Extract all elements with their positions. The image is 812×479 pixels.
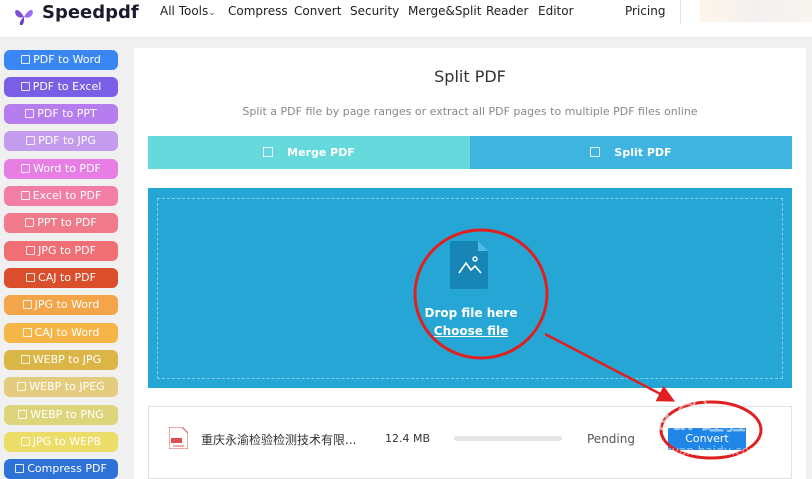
sidebar-item-label: CAJ to PDF xyxy=(38,271,96,284)
main-panel: Split PDF Split a PDF file by page range… xyxy=(134,48,806,479)
sidebar-item-label: Compress PDF xyxy=(27,462,107,475)
butterfly-logo-icon[interactable] xyxy=(12,4,36,28)
sidebar-item-webp-to-jpeg[interactable]: WEBP to JPEG xyxy=(4,377,118,397)
choose-file-link[interactable]: Choose file xyxy=(158,324,784,338)
tab-split-pdf[interactable]: Split PDF xyxy=(470,136,792,169)
sidebar-item-compress-pdf[interactable]: Compress PDF xyxy=(4,459,118,479)
user-account-area[interactable] xyxy=(700,0,812,22)
nav-all-tools-label: All Tools xyxy=(160,4,209,18)
sidebar-item-label: WEBP to JPG xyxy=(32,353,102,366)
nav-compress[interactable]: Compress xyxy=(228,4,288,18)
drop-file-text: Drop file here xyxy=(424,306,518,320)
document-icon xyxy=(22,328,32,337)
nav-editor[interactable]: Editor xyxy=(538,4,574,18)
merge-icon xyxy=(263,147,274,157)
sidebar-item-excel-to-pdf[interactable]: Excel to PDF xyxy=(4,186,118,206)
page-title: Split PDF xyxy=(434,67,506,86)
nav-merge-split[interactable]: Merge&Split xyxy=(408,4,481,18)
nav-divider xyxy=(680,0,681,24)
sidebar-item-caj-to-word[interactable]: CAJ to Word xyxy=(4,323,118,343)
sidebar-item-webp-to-png[interactable]: WEBP to PNG xyxy=(4,405,118,425)
document-icon xyxy=(21,55,31,64)
document-icon xyxy=(22,300,32,309)
document-icon xyxy=(20,82,30,91)
document-icon xyxy=(20,437,30,446)
tab-merge-pdf[interactable]: Merge PDF xyxy=(148,136,470,169)
nav-reader[interactable]: Reader xyxy=(486,4,528,18)
convert-button[interactable]: Convert xyxy=(668,428,746,450)
file-name: 重庆永渝检验检测技术有限... xyxy=(201,433,357,447)
file-status: Pending xyxy=(587,432,635,446)
upload-area: Drop file here Choose file xyxy=(148,188,792,388)
brand-name[interactable]: Speedpdf xyxy=(42,2,139,23)
sidebar-item-label: PDF to Word xyxy=(33,53,101,66)
document-icon xyxy=(26,136,36,145)
sidebar-item-jpg-to-word[interactable]: JPG to Word xyxy=(4,295,118,315)
document-icon xyxy=(26,273,36,282)
sidebar-item-label: JPG to Word xyxy=(34,298,100,311)
pdf-file-icon xyxy=(169,427,188,449)
sidebar-item-label: PDF to JPG xyxy=(38,134,96,147)
upload-progress-bar xyxy=(454,436,562,441)
sidebar-item-label: WEBP to PNG xyxy=(30,408,104,421)
tab-label: Split PDF xyxy=(614,146,672,159)
nav-all-tools[interactable]: All Tools⌄ xyxy=(160,4,216,18)
document-icon xyxy=(26,246,36,255)
drop-zone[interactable]: Drop file here Choose file xyxy=(157,198,783,379)
document-icon xyxy=(21,164,31,173)
document-icon xyxy=(25,218,35,227)
document-icon xyxy=(20,355,30,364)
document-icon xyxy=(15,464,25,473)
nav-security[interactable]: Security xyxy=(350,4,399,18)
top-bar: Speedpdf All Tools⌄ Compress Convert Sec… xyxy=(0,0,812,38)
page-subtitle: Split a PDF file by page ranges or extra… xyxy=(242,105,698,118)
document-icon xyxy=(18,410,28,419)
nav-convert[interactable]: Convert xyxy=(294,4,341,18)
sidebar-item-pdf-to-jpg[interactable]: PDF to JPG xyxy=(4,131,118,151)
sidebar-item-webp-to-jpg[interactable]: WEBP to JPG xyxy=(4,350,118,370)
sidebar-item-pdf-to-excel[interactable]: PDF to Excel xyxy=(4,77,118,97)
document-icon xyxy=(17,382,27,391)
tab-label: Merge PDF xyxy=(287,146,355,159)
sidebar-item-pdf-to-word[interactable]: PDF to Word xyxy=(4,50,118,70)
sidebar-item-label: PDF to PPT xyxy=(37,107,97,120)
file-list-row: 重庆永渝检验检测技术有限... 12.4 MB Pending Convert xyxy=(148,406,792,479)
sidebar-item-word-to-pdf[interactable]: Word to PDF xyxy=(4,159,118,179)
sidebar-item-label: PPT to PDF xyxy=(37,216,97,229)
sidebar-item-label: Word to PDF xyxy=(33,162,101,175)
sidebar-item-label: WEBP to JPEG xyxy=(29,380,105,393)
sidebar-item-pdf-to-ppt[interactable]: PDF to PPT xyxy=(4,104,118,124)
sidebar-item-jpg-to-pdf[interactable]: JPG to PDF xyxy=(4,241,118,261)
document-icon xyxy=(25,109,35,118)
file-size: 12.4 MB xyxy=(385,432,431,445)
sidebar-item-ppt-to-pdf[interactable]: PPT to PDF xyxy=(4,213,118,233)
sidebar-item-jpg-to-wepb[interactable]: JPG to WEPB xyxy=(4,432,118,452)
sidebar-item-label: Excel to PDF xyxy=(32,189,102,202)
sidebar-item-label: CAJ to Word xyxy=(34,326,100,339)
nav-pricing[interactable]: Pricing xyxy=(625,4,665,18)
document-icon xyxy=(20,191,30,200)
split-icon xyxy=(590,147,601,157)
image-file-icon xyxy=(450,241,488,289)
sidebar-item-caj-to-pdf[interactable]: CAJ to PDF xyxy=(4,268,118,288)
sidebar-item-label: PDF to Excel xyxy=(32,80,102,93)
chevron-down-icon: ⌄ xyxy=(208,8,216,18)
sidebar-item-label: JPG to PDF xyxy=(38,244,96,257)
sidebar-item-label: JPG to WEPB xyxy=(32,435,102,448)
